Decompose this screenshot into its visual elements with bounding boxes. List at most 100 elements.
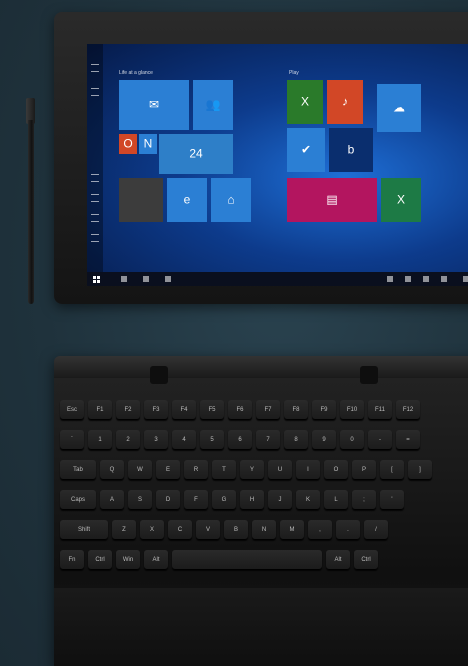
key-space[interactable] [172,550,322,570]
key-caps[interactable]: Caps [60,490,96,510]
key-e[interactable]: E [156,460,180,480]
key-s[interactable]: S [128,490,152,510]
windows-start-icon[interactable] [93,276,100,283]
key-f11[interactable]: F11 [368,400,392,420]
tile-groove[interactable]: ♪ [327,80,363,124]
key-f7[interactable]: F7 [256,400,280,420]
key--[interactable]: - [368,430,392,450]
key-[[interactable]: [ [380,460,404,480]
key-t[interactable]: T [212,460,236,480]
key-f6[interactable]: F6 [228,400,252,420]
key-o[interactable]: O [324,460,348,480]
key-y[interactable]: Y [240,460,264,480]
key-1[interactable]: 1 [88,430,112,450]
key-,[interactable]: , [308,520,332,540]
key-0[interactable]: 0 [340,430,364,450]
back-icon[interactable] [121,276,127,282]
key-ctrl[interactable]: Ctrl [88,550,112,570]
key-c[interactable]: C [168,520,192,540]
key-d[interactable]: D [156,490,180,510]
key-3[interactable]: 3 [144,430,168,450]
rail-icon[interactable] [91,88,99,96]
key-2[interactable]: 2 [116,430,140,450]
key-=[interactable]: = [396,430,420,450]
key-h[interactable]: H [240,490,264,510]
key-f2[interactable]: F2 [116,400,140,420]
key-f12[interactable]: F12 [396,400,420,420]
key-j[interactable]: J [268,490,292,510]
tile-edge[interactable]: e [167,178,207,222]
clock-icon[interactable] [441,276,447,282]
search-icon[interactable] [143,276,149,282]
key-u[interactable]: U [268,460,292,480]
key-m[interactable]: M [280,520,304,540]
tile-excel[interactable]: X [381,178,421,222]
key-f9[interactable]: F9 [312,400,336,420]
key-.[interactable]: . [336,520,360,540]
tile-people[interactable]: 👥 [193,80,233,130]
key-4[interactable]: 4 [172,430,196,450]
key-f[interactable]: F [184,490,208,510]
tile-weather[interactable]: 24 [159,134,233,174]
key-n[interactable]: N [252,520,276,540]
tile-store[interactable]: ⌂ [211,178,251,222]
tile-onedrive[interactable]: ☁ [377,84,421,132]
key-'[interactable]: ' [380,490,404,510]
tile-office[interactable]: O [119,134,137,154]
key-z[interactable]: Z [112,520,136,540]
key-v[interactable]: V [196,520,220,540]
key-alt[interactable]: Alt [144,550,168,570]
key-f5[interactable]: F5 [200,400,224,420]
key-f1[interactable]: F1 [88,400,112,420]
key-b[interactable]: B [224,520,248,540]
rail-icon[interactable] [91,234,99,242]
key-l[interactable]: L [324,490,348,510]
key-x[interactable]: X [140,520,164,540]
key-f10[interactable]: F10 [340,400,364,420]
battery-icon[interactable] [423,276,429,282]
key-shift[interactable]: Shift [60,520,108,540]
rail-icon[interactable] [91,214,99,222]
rail-icon[interactable] [91,194,99,202]
tile-store-icon: ⌂ [227,192,235,207]
key-f8[interactable]: F8 [284,400,308,420]
key-;[interactable]: ; [352,490,376,510]
key-w[interactable]: W [128,460,152,480]
key-f3[interactable]: F3 [144,400,168,420]
key-a[interactable]: A [100,490,124,510]
key-8[interactable]: 8 [284,430,308,450]
key-p[interactable]: P [352,460,376,480]
tile-news[interactable]: ▤ [287,178,377,222]
notifications-icon[interactable] [463,276,468,282]
key-win[interactable]: Win [116,550,140,570]
key-k[interactable]: K [296,490,320,510]
key-5[interactable]: 5 [200,430,224,450]
key-tab[interactable]: Tab [60,460,96,480]
key-alt[interactable]: Alt [326,550,350,570]
key-g[interactable]: G [212,490,236,510]
tile-mail[interactable]: ✉ [119,80,189,130]
key-9[interactable]: 9 [312,430,336,450]
key-r[interactable]: R [184,460,208,480]
key-esc[interactable]: Esc [60,400,84,420]
key-][interactable]: ] [408,460,432,480]
network-icon[interactable] [387,276,393,282]
rail-icon[interactable] [91,174,99,182]
key-fn[interactable]: Fn [60,550,84,570]
key-6[interactable]: 6 [228,430,252,450]
tile-bing[interactable]: b [329,128,373,172]
key-`[interactable]: ` [60,430,84,450]
tile-onenote[interactable]: N [139,134,157,154]
key-f4[interactable]: F4 [172,400,196,420]
tile-xbox[interactable]: X [287,80,323,124]
volume-icon[interactable] [405,276,411,282]
tile-photos[interactable] [119,178,163,222]
task-view-icon[interactable] [165,276,171,282]
key-i[interactable]: I [296,460,320,480]
hamburger-icon[interactable] [91,64,99,72]
tile-check[interactable]: ✔ [287,128,325,172]
key-/[interactable]: / [364,520,388,540]
key-ctrl[interactable]: Ctrl [354,550,378,570]
key-7[interactable]: 7 [256,430,280,450]
key-q[interactable]: Q [100,460,124,480]
